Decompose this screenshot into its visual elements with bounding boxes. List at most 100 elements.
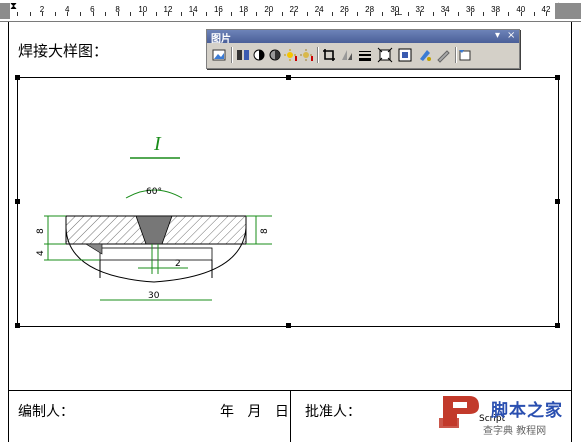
ruler-tick (433, 12, 434, 16)
resize-handle[interactable] (555, 75, 560, 80)
ruler-tick (206, 12, 207, 16)
format-picture-button[interactable] (417, 47, 433, 63)
selected-picture[interactable]: I 60° 8 4 8 2 30 (15, 75, 560, 328)
less-contrast-icon (269, 49, 281, 61)
less-brightness-icon (300, 49, 313, 61)
ruler-tick (521, 12, 522, 16)
horizontal-ruler[interactable]: ⧗ 2 4 6 8 10 12 14 16 18 20 22 24 26 28 30 32 34 36 38 40 42… (0, 0, 581, 22)
ruler-tick (80, 12, 81, 16)
less-brightness-button[interactable] (299, 47, 315, 63)
insert-picture-icon (212, 49, 226, 61)
ruler-tick (55, 12, 56, 16)
ruler-tick (244, 12, 245, 16)
ruler-tick (546, 12, 547, 16)
ruler-tick (231, 12, 232, 16)
text-wrapping-icon (398, 48, 412, 62)
angle-dimension: 60° (146, 187, 162, 197)
site-logo (439, 396, 479, 428)
toolbar-title: 图片 (211, 34, 231, 45)
ruler-tick (181, 12, 182, 16)
more-contrast-button[interactable] (251, 47, 267, 63)
ruler-tick (319, 12, 320, 16)
ruler-right-margin (555, 3, 581, 19)
more-brightness-button[interactable] (283, 47, 299, 63)
resize-handle[interactable] (555, 323, 560, 328)
ruler-tick (93, 12, 94, 16)
reset-picture-button[interactable] (457, 47, 473, 63)
resize-handle[interactable] (555, 199, 560, 204)
toolbar-title-bar[interactable]: 图片 ▾ × (207, 30, 519, 45)
ruler-tick (382, 12, 383, 16)
ruler-tick (143, 12, 144, 16)
ruler-tick (357, 12, 358, 16)
ruler-tick (370, 12, 371, 16)
weld-detail-drawing: I 60° 8 4 8 2 30 (36, 133, 272, 301)
less-contrast-button[interactable] (267, 47, 283, 63)
ruler-tick (168, 12, 169, 16)
ruler-tick (256, 12, 257, 16)
rotate-button[interactable] (339, 47, 355, 63)
document-title[interactable]: 焊接大样图： (18, 40, 108, 61)
ruler-tick (471, 12, 472, 16)
ruler-tick (118, 12, 119, 16)
ruler-tick (458, 12, 459, 16)
gap-dimension: 2 (175, 259, 181, 269)
approver-label[interactable]: 批准人： (305, 401, 361, 421)
ruler-tick (105, 12, 106, 16)
left-dimension-bottom: 4 (36, 250, 46, 256)
rotate-icon (342, 50, 352, 60)
reset-picture-icon (459, 50, 471, 61)
compress-button[interactable] (377, 47, 393, 63)
ruler-tick (219, 12, 220, 16)
toolbar-options-icon[interactable]: ▾ (495, 30, 500, 41)
set-transparent-color-icon (437, 50, 450, 63)
ruler-tick (156, 12, 157, 16)
resize-handle[interactable] (15, 199, 20, 204)
ruler-tick (269, 12, 270, 16)
date-label[interactable]: 年 月 日 (220, 401, 289, 421)
ruler-left-margin (0, 3, 10, 19)
indent-marker-icon[interactable]: ⧗ (10, 1, 17, 12)
watermark-subtitle: 查字典 教程网 (483, 426, 547, 437)
editor-label[interactable]: 编制人： (18, 401, 74, 421)
ruler-tick (483, 12, 484, 16)
watermark-site-name: 脚本之家 (491, 401, 563, 421)
color-icon (237, 50, 249, 60)
ruler-tick (534, 12, 535, 16)
compress-icon (377, 47, 393, 63)
ruler-tick (445, 12, 446, 16)
line-style-button[interactable] (357, 47, 373, 63)
resize-handle[interactable] (286, 323, 291, 328)
resize-handle[interactable] (286, 75, 291, 80)
ruler-tick (307, 12, 308, 16)
tab-marker-icon[interactable]: ⊥ (394, 7, 403, 18)
ruler-tick (193, 12, 194, 16)
footer-column-divider (290, 391, 291, 442)
resize-handle[interactable] (15, 75, 20, 80)
toolbar-separator (317, 47, 319, 63)
right-dimension: 8 (260, 228, 270, 234)
line-style-icon (359, 51, 371, 61)
ruler-tick (508, 12, 509, 16)
color-button[interactable] (235, 47, 251, 63)
ruler-tick (294, 12, 295, 16)
detail-label: I (153, 133, 162, 155)
resize-handle[interactable] (15, 323, 20, 328)
crop-button[interactable] (321, 47, 337, 63)
set-transparent-color-button[interactable] (435, 47, 451, 63)
crop-icon (323, 49, 335, 61)
left-dimension-top: 8 (36, 228, 46, 234)
text-wrapping-button[interactable] (397, 47, 413, 63)
more-brightness-icon (284, 49, 297, 61)
close-icon[interactable]: × (507, 30, 515, 41)
insert-picture-button[interactable] (211, 47, 227, 63)
format-picture-icon (420, 50, 431, 61)
site-watermark: Script 脚本之家 查字典 教程网 (437, 384, 581, 442)
picture-toolbar[interactable]: 图片 ▾ × (206, 29, 520, 69)
ruler-tick (42, 12, 43, 16)
more-contrast-icon (253, 49, 265, 61)
ruler-tick (408, 12, 409, 16)
ruler-tick (30, 12, 31, 16)
ruler-tick (345, 12, 346, 16)
ruler-tick (420, 12, 421, 16)
